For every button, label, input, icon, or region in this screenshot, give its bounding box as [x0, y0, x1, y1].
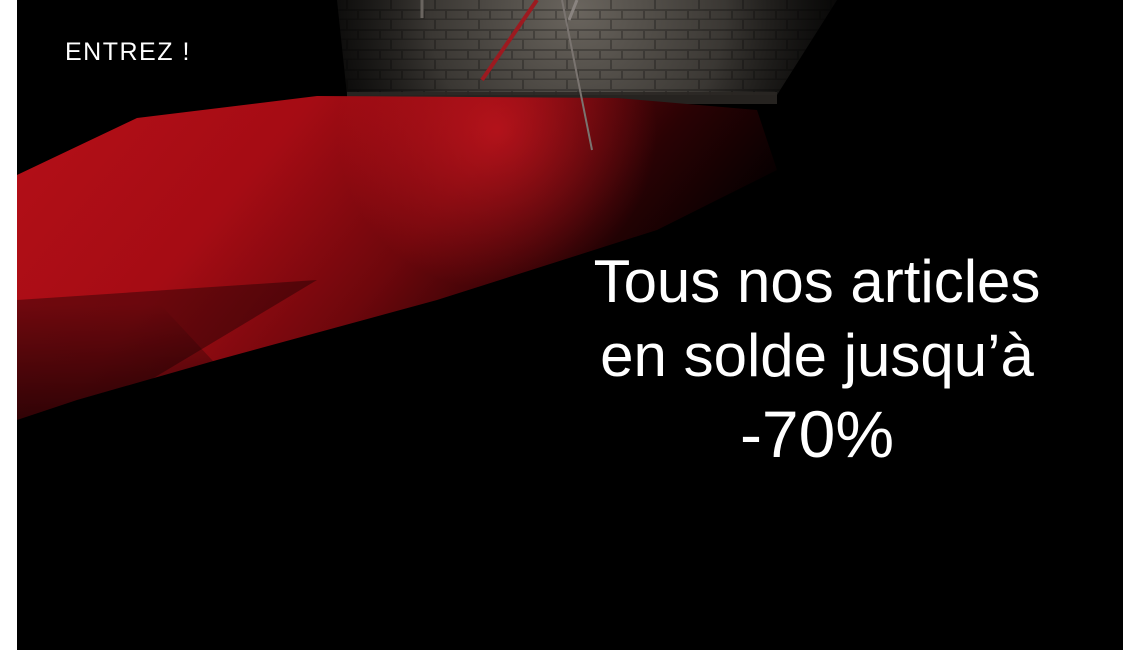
sale-banner[interactable]: ENTREZ ! Tous nos articles en solde jusq…	[17, 0, 1123, 650]
discount-value: -70%	[739, 397, 895, 471]
headline-line-1: Tous nos articles	[593, 248, 1041, 315]
enter-link[interactable]: ENTREZ !	[65, 38, 191, 67]
headline-line-2: en solde jusqu’à	[600, 322, 1034, 389]
sale-headline: Tous nos articles en solde jusqu’à -70%	[527, 245, 1107, 473]
